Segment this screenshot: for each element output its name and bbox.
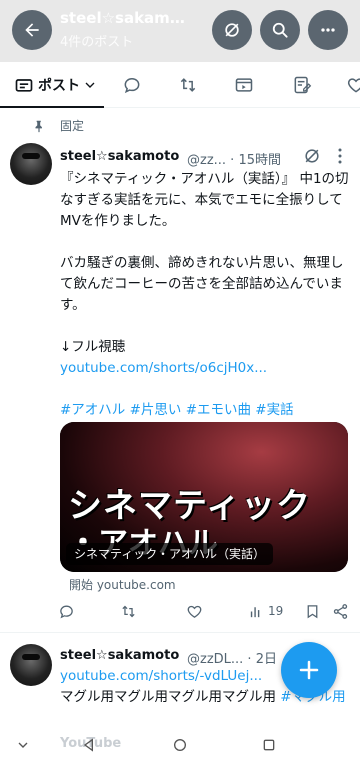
more-vertical-icon[interactable] [336,146,344,166]
square-recents-icon [263,739,275,751]
plus-icon [299,660,319,680]
triangle-back-icon [83,738,93,752]
tab-posts[interactable]: ポスト [8,62,104,108]
tweet-divider [0,632,360,633]
reply-icon [60,605,73,618]
repost-button[interactable] [120,598,137,624]
avatar[interactable] [10,143,52,185]
like-button[interactable] [186,598,203,624]
pinned-indicator: 固定 [32,117,84,134]
tab-posts-label: ポスト [38,78,80,94]
bookmark-icon [307,604,318,618]
article-icon [294,76,312,94]
card-source[interactable]: 開始 youtube.com [69,576,176,593]
author-name[interactable]: steel☆sakamoto [60,648,179,663]
tweet-paragraph: 『シネマティック・アオハル（実話）』 中1の切なすぎる実話を元に、本気でエモに全… [60,171,349,229]
views-button[interactable]: 19 [248,598,283,624]
tweet-text[interactable]: 『シネマティック・アオハル（実話）』 中1の切なすぎる実話を元に、本気でエモに全… [60,169,350,421]
views-count: 19 [268,604,284,618]
search-button[interactable] [260,10,300,50]
analytics-icon [250,606,260,617]
back-button[interactable] [12,10,52,50]
pinned-label: 固定 [60,119,85,133]
profile-tabs: ポスト [0,62,360,108]
tweet-actions: 19 [58,598,353,624]
author-name[interactable]: steel☆sakamoto [60,149,179,164]
tab-likes[interactable] [340,62,360,108]
grok-icon [225,23,239,37]
chevron-down-icon [18,742,28,748]
chevron-down-icon [85,82,95,88]
repost-icon [180,78,196,92]
more-options-button[interactable] [308,10,348,50]
card-title-pill: シネマティック・アオハル（実話） [66,543,274,565]
hashtags[interactable]: #アオハル #片思い #エモい曲 #実話 [60,400,350,421]
link-card[interactable]: シネマティック ・アオハル シネマティック・アオハル（実話） [60,422,348,572]
tweet-plain-text: マグル用マグル用マグル用マグル用 [60,689,276,705]
heart-icon [187,605,202,618]
search-icon [272,22,288,38]
avatar[interactable] [10,644,52,686]
tab-media[interactable] [228,62,260,108]
tab-articles[interactable] [286,62,318,108]
system-navigation-bar: YouTube [0,728,360,763]
heart-icon [347,78,360,93]
top-app-bar: steel☆sakamo... 4件のポスト [0,0,360,62]
system-back-button[interactable] [78,734,100,756]
author-handle-time[interactable]: @zzDL... · 2日 [187,648,277,667]
back-arrow-icon [25,23,39,37]
profile-name-title: steel☆sakamo... [60,9,195,27]
author-handle-time[interactable]: @zz... · 15時間 [187,149,281,168]
tweet-link[interactable]: youtube.com/shorts/o6cjH0x... [60,358,350,379]
tweet-paragraph: ↓フル視聴 [60,339,126,355]
pin-icon [35,120,42,132]
share-icon [333,603,348,619]
grok-button[interactable] [212,10,252,50]
posts-icon [15,79,33,92]
reply-icon [124,77,140,94]
post-count: 4件のポスト [60,35,134,50]
reply-button[interactable] [58,598,75,624]
system-home-button[interactable] [169,734,191,756]
tweet-paragraph: バカ騒ぎの裏側、諦めきれない片思い、無理して飲んだコーヒーの苦さを全部詰め込んで… [60,255,344,313]
compose-button[interactable] [281,642,337,698]
video-icon [235,78,253,92]
tab-replies[interactable] [116,62,148,108]
more-dots-icon [321,28,335,32]
grok-icon[interactable] [302,146,322,166]
share-button[interactable] [332,598,349,624]
tab-reposts[interactable] [172,62,204,108]
system-recents-button[interactable] [258,734,280,756]
circle-home-icon [174,739,186,751]
active-tab-indicator [0,106,104,108]
repost-icon [122,605,135,617]
hide-keyboard-button[interactable] [12,734,34,756]
bookmark-button[interactable] [304,598,321,624]
